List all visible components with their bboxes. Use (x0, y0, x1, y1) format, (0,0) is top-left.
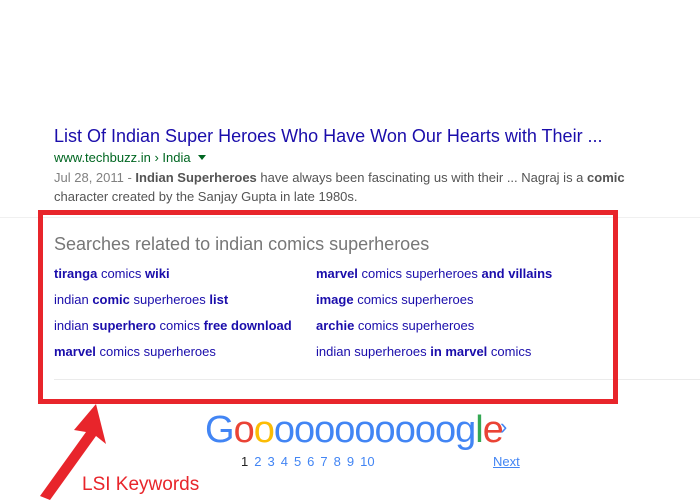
result-date: Jul 28, 2011 - (54, 170, 136, 185)
logo-letter: o (394, 409, 416, 451)
logo-letter: g (455, 409, 476, 451)
breadcrumb-separator: › (154, 150, 159, 165)
logo-letter: o (253, 409, 275, 451)
result-url-path: India (162, 150, 191, 165)
next-chevron-icon[interactable]: › (500, 416, 507, 438)
result-title-link[interactable]: List Of Indian Super Heroes Who Have Won… (54, 125, 674, 147)
annotation-label: LSI Keywords (82, 474, 200, 495)
page-number-link[interactable]: 8 (334, 454, 341, 470)
page-number-link[interactable]: 3 (267, 454, 274, 470)
page-number-link[interactable]: 9 (347, 454, 354, 470)
text-fragment: have always been fascinating us with the… (256, 170, 588, 185)
logo-letter: o (314, 409, 335, 451)
page-number-link[interactable]: 2 (254, 454, 261, 470)
pagination: Gooooooooooogle › 1 2 3 4 5 6 7 8 9 10 Next (205, 408, 535, 478)
page-number-list: 1 2 3 4 5 6 7 8 9 10 (241, 454, 381, 470)
logo-letter: G (205, 409, 235, 451)
result-snippet-text: Indian Superheroes have always been fasc… (54, 170, 625, 204)
logo-letter: o (334, 409, 355, 451)
result-url-domain: www.techbuzz.in (54, 150, 151, 165)
page-number-link[interactable]: 6 (307, 454, 314, 470)
text-fragment: comic (587, 170, 625, 185)
text-fragment: Indian Superheroes (135, 170, 257, 185)
logo-letter: o (354, 409, 375, 451)
logo-letter: o (414, 409, 436, 451)
page-number-link[interactable]: 1 (241, 454, 248, 470)
page-number-link[interactable]: 5 (294, 454, 301, 470)
result-url: www.techbuzz.in › India (54, 150, 674, 166)
google-pagination-logo: Gooooooooooogle (205, 408, 504, 452)
logo-letter: o (434, 409, 456, 451)
annotation-highlight-box (38, 210, 618, 404)
next-page-link[interactable]: Next (493, 454, 520, 470)
search-result: List Of Indian Super Heroes Who Have Won… (54, 125, 674, 206)
logo-letter: o (374, 409, 396, 451)
url-dropdown-arrow-icon[interactable] (198, 155, 207, 160)
logo-letter: o (293, 409, 315, 451)
logo-letter: o (273, 409, 295, 451)
logo-letter: o (233, 409, 255, 451)
text-fragment: character created by the Sanjay Gupta in… (54, 189, 358, 204)
page-number-link[interactable]: 10 (360, 454, 374, 470)
result-snippet: Jul 28, 2011 - Indian Superheroes have a… (54, 168, 674, 206)
page-number-link[interactable]: 7 (320, 454, 327, 470)
logo-letter: l (475, 409, 484, 451)
page-number-link[interactable]: 4 (281, 454, 288, 470)
